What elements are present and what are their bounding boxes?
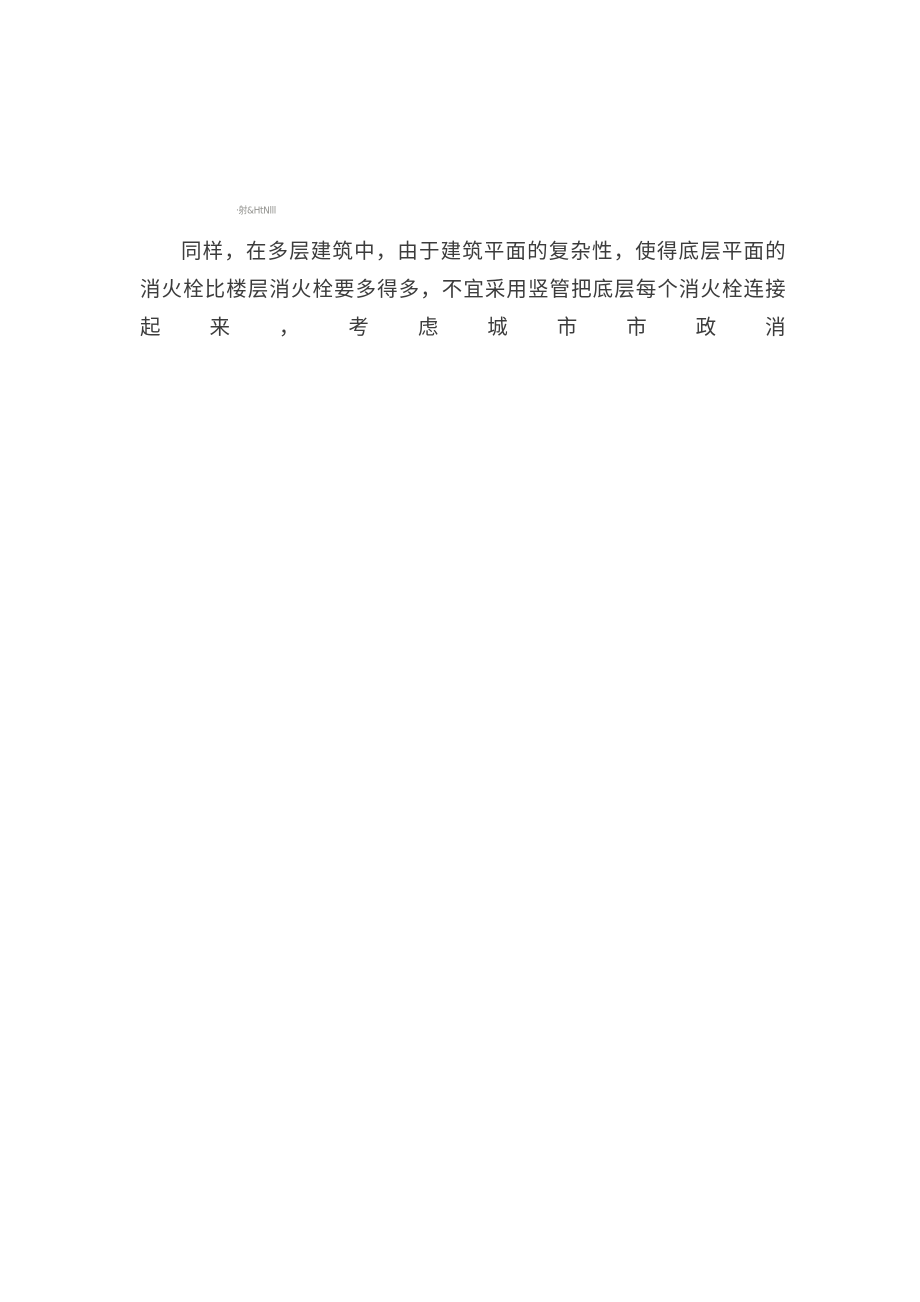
paragraph-text: 同样，在多层建筑中，由于建筑平面的复杂性，使得底层平面的消火栓比楼层消火栓要多得… (140, 239, 786, 339)
document-page: ·射&HtNlll 同样，在多层建筑中，由于建筑平面的复杂性，使得底层平面的消火… (0, 0, 920, 1302)
scan-artifact-text: ·射&HtNlll (236, 206, 276, 217)
body-text-block: 同样，在多层建筑中，由于建筑平面的复杂性，使得底层平面的消火栓比楼层消火栓要多得… (140, 232, 786, 384)
